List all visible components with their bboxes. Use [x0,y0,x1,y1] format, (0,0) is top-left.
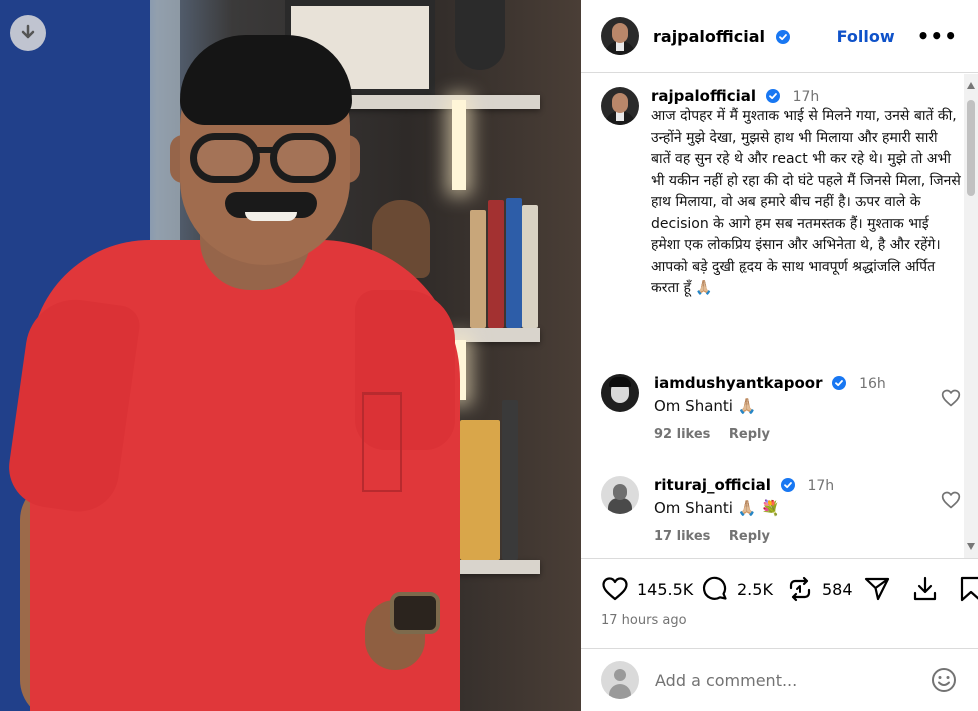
vase [455,0,505,70]
book [460,420,500,560]
glasses-left-lens [190,133,260,183]
comments-list[interactable]: rajpalofficial 17h आज दोपहर में मैं मुश्… [581,74,978,558]
caption-username[interactable]: rajpalofficial [651,87,756,105]
heart-icon [602,577,628,601]
current-user-avatar [601,661,639,699]
commenter-avatar[interactable] [601,476,639,514]
hair [180,35,352,125]
comment-time[interactable]: 17h [807,478,834,494]
reply-button[interactable]: Reply [729,529,770,544]
scrollbar-thumb[interactable] [967,100,975,196]
download-post-button[interactable] [911,575,939,603]
commenter-username[interactable]: iamdushyantkapoor [654,374,823,392]
verified-badge-icon [775,29,790,44]
comments-count[interactable]: 2.5K [737,580,773,599]
caption-author-avatar[interactable] [601,87,639,125]
book [502,400,518,560]
post-timestamp[interactable]: 17 hours ago [601,613,687,628]
reply-button[interactable]: Reply [729,427,770,442]
verified-badge-icon [780,478,795,492]
comment-text: Om Shanti 🙏🏼 [654,397,757,415]
comment-likes[interactable]: 92 likes [654,427,710,442]
verified-badge-icon [765,89,780,103]
follow-button[interactable]: Follow [837,27,895,46]
commenter-username[interactable]: rituraj_official [654,476,771,494]
caption-text: आज दोपहर में मैं मुश्ताक भाई से मिलने गय… [651,108,961,296]
like-comment-heart-icon[interactable] [941,388,961,408]
share-button[interactable] [863,575,891,603]
comment-button[interactable]: 2.5K [701,575,773,603]
author-avatar[interactable] [601,17,639,55]
book [506,198,522,328]
share-icon [864,577,890,601]
verified-badge-icon [832,376,847,390]
more-options-button[interactable]: ••• [917,24,958,48]
post-image[interactable] [0,0,581,711]
action-bar: 145.5K 2.5K 584 [581,558,978,608]
shirt-pocket [362,392,402,492]
repost-button[interactable]: 584 [786,575,853,603]
shelf-light [452,100,466,190]
post-header: rajpalofficial Follow ••• [581,0,978,73]
post-panel: rajpalofficial Follow ••• rajpalofficial [581,0,978,711]
repost-icon [789,576,811,602]
smile [245,212,297,221]
comment-item: iamdushyantkapoor 16h Om Shanti 🙏🏼 92 li… [601,374,961,442]
author-username[interactable]: rajpalofficial [653,27,790,46]
book [522,205,538,328]
comment-time[interactable]: 16h [859,376,886,392]
glasses-bridge [256,147,274,153]
book [488,200,504,328]
glasses-right-lens [270,133,336,183]
scroll-up-arrow-icon[interactable] [967,82,975,89]
book [470,210,486,328]
comments-scrollbar[interactable] [964,74,978,558]
add-comment-bar [581,648,978,711]
scroll-down-arrow-icon[interactable] [967,543,975,550]
like-comment-heart-icon[interactable] [941,490,961,510]
post-caption: rajpalofficial 17h आज दोपहर में मैं मुश्… [601,87,961,300]
wristwatch [390,592,440,634]
caption-time[interactable]: 17h [793,89,820,105]
download-button[interactable] [10,15,46,51]
likes-count[interactable]: 145.5K [637,580,693,599]
bookmark-icon [960,576,978,602]
reposts-count[interactable]: 584 [822,580,853,599]
save-download-icon [913,576,937,601]
comment-text: Om Shanti 🙏🏼 💐 [654,499,780,517]
like-button[interactable]: 145.5K [601,575,693,603]
comment-icon [702,576,727,600]
comment-item: rituraj_official 17h Om Shanti 🙏🏼 💐 17 l… [601,476,961,544]
commenter-avatar[interactable] [601,374,639,412]
add-comment-input[interactable] [655,670,930,690]
emoji-icon[interactable] [930,666,958,694]
comment-likes[interactable]: 17 likes [654,529,710,544]
save-button[interactable] [957,575,978,603]
download-icon [21,24,35,39]
